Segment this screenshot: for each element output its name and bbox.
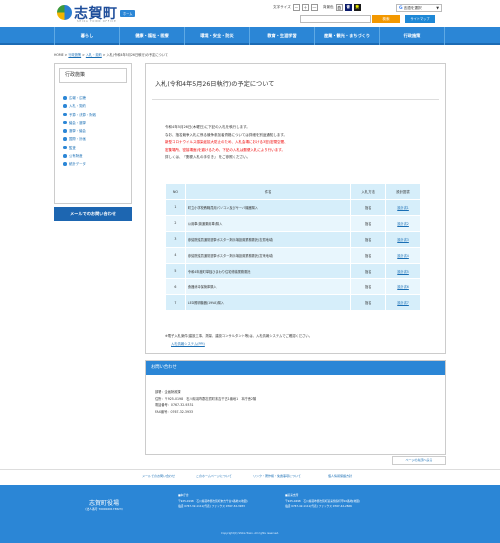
sidebar-item-election[interactable]: 選挙・議会 [63, 127, 131, 135]
sidebar-item-property[interactable]: 公有財産 [63, 152, 131, 160]
contact-fax: FAX番号：0767-32-3933 [155, 410, 194, 415]
sidebar-item-public-relations[interactable]: 広報・広聴 [63, 94, 131, 102]
breadcrumb: HOME > 行政施策 > 入札・契約 > 入札(令和4年5月26日執行)の予定… [54, 53, 168, 57]
table-row: 5 令和4年度町単独ひまわり住宅修繕業務委託 指名 設計書5 [165, 262, 421, 280]
chevron-down-icon: ▼ [436, 6, 439, 10]
sitemap-button[interactable]: サイトマップ [405, 15, 435, 23]
design-doc-link[interactable]: 設計書3 [397, 238, 409, 242]
nav-item-environment[interactable]: 環境・安全・防災 [184, 27, 249, 45]
language-select[interactable]: G言語を選択 ▼ [396, 4, 442, 12]
bid-table: NO 件名 入札方法 設計図書 1 町立小学校教職員用パソコン及びサーバ機器購入… [165, 183, 421, 312]
col-header-no: NO [165, 183, 186, 200]
bg-color-label: 背景色 [322, 5, 334, 9]
col-header-name: 件名 [184, 183, 352, 200]
table-row: 4 参議院議員通常選挙ポスター掲示場設置業務委託(富来地域) 指名 設計書4 [165, 246, 421, 264]
global-nav: 暮らし 健康・福祉・医療 環境・安全・防災 教育・生涯学習 産業・観光・まちづく… [0, 27, 500, 45]
footer-main-office: ■本庁舎 〒925-0198 石川県羽咋郡志賀町末吉千古1番地1(地図) 電話 … [178, 493, 248, 509]
note-text: ※電子入札案件(建設工事、測量、建設コンサルタント等)は、入札情報システムでご確… [165, 334, 313, 338]
home-button[interactable]: ホーム [120, 10, 136, 17]
font-size-reset-button[interactable]: 一 [310, 4, 318, 11]
design-doc-link[interactable]: 設計書1 [397, 206, 409, 210]
search-button[interactable]: 検索 [372, 15, 400, 23]
footer-links: メールでのお問い合わせ このホームページについて リンク・著作権・免責事項につい… [0, 469, 500, 482]
font-size-label: 文字サイズ [273, 5, 291, 9]
design-doc-link[interactable]: 設計書7 [397, 301, 409, 305]
language-select-label: 言語を選択 [403, 6, 422, 10]
electronic-bid-note: ※電子入札案件(建設工事、測量、建設コンサルタント等)は、入札情報システムでご確… [165, 333, 435, 348]
copyright: Copyright(C) Shika Town. All rights rese… [221, 532, 279, 535]
footer-office-name: 志賀町役場 [88, 500, 119, 507]
table-row: 1 町立小学校教職員用パソコン及びサーバ機器購入 指名 設計書1 [165, 199, 421, 216]
main-content: 入札(令和4年5月26日執行)の予定について 令和4年5月26日(木曜日)に下記… [145, 63, 446, 354]
font-size-small-button[interactable]: － [292, 4, 300, 11]
footer-link-privacy[interactable]: 個人情報保護方針 [328, 470, 352, 483]
bg-yellow-button[interactable]: 黄 [353, 4, 361, 11]
sidebar-item-audit[interactable]: 監査 [63, 144, 131, 152]
bg-blue-button[interactable]: 青 [344, 4, 352, 11]
breadcrumb-administration[interactable]: 行政施策 [68, 53, 81, 57]
col-header-method: 入札方法 [350, 183, 387, 200]
sidebar: 行政施策 広報・広聴 入札・契約 予算・決算・財政 議会・選挙 選挙・議会 国際… [54, 63, 132, 204]
page-title: 入札(令和4年5月26日執行)の予定について [152, 70, 439, 100]
table-row: 7 LED照明機器(19VA)購入 指名 設計書7 [165, 294, 421, 312]
town-logo-icon[interactable] [57, 5, 72, 20]
breadcrumb-current: 入札(令和4年5月26日執行)の予定について [106, 53, 168, 57]
sidebar-title: 行政施策 [59, 68, 127, 83]
design-doc-link[interactable]: 設計書2 [397, 222, 409, 226]
site-footer: 志賀町役場 (法人番号 7000020173823) ■本庁舎 〒925-019… [0, 485, 500, 543]
footer-corporate-number: (法人番号 7000020173823) [85, 507, 123, 511]
page-top-button[interactable]: ページの先頭へ戻る [392, 456, 446, 465]
table-row: 3 参議院議員通常選挙ポスター掲示場設置業務委託(志賀地域) 指名 設計書3 [165, 230, 421, 248]
contact-phone: 電話番号：0767-32-9331 [155, 403, 194, 408]
bg-white-button[interactable]: 白 [335, 4, 343, 11]
footer-branch-office: ■富来支所 〒925-0498 石川県羽咋郡志賀町富来領家町甲10番地(地図) … [285, 493, 360, 509]
site-header: 志賀町 SHIKA TOWN OFFICE ホーム 文字サイズ － ＋ 一 背景… [0, 0, 500, 27]
sidebar-item-budget[interactable]: 予算・決算・財政 [63, 111, 131, 119]
intro-line: 令和4年5月26日(木曜日)に下記の入札を執行します。 [165, 125, 250, 129]
nav-item-living[interactable]: 暮らし [54, 27, 119, 45]
sidebar-item-planning[interactable]: 国際・計画 [63, 135, 131, 143]
table-row: 2 公用車(普通乗用車)購入 指名 設計書2 [165, 214, 421, 232]
footer-link-about[interactable]: このホームページについて [196, 470, 232, 483]
footer-link-copyright[interactable]: リンク・著作権・免責事項について [253, 470, 301, 483]
guide-line: 詳しくは、「郵便入札の手引き」 をご参照ください。 [165, 155, 251, 160]
table-header-row: NO 件名 入札方法 設計図書 [165, 183, 421, 200]
contact-department: 部署：企画財政課 [155, 390, 181, 394]
design-doc-link[interactable]: 設計書5 [397, 270, 409, 274]
design-doc-link[interactable]: 設計書6 [397, 285, 409, 289]
breadcrumb-home[interactable]: HOME [54, 53, 64, 57]
font-size-large-button[interactable]: ＋ [301, 4, 309, 11]
nav-item-administration[interactable]: 行政施策 [379, 27, 445, 45]
nav-item-industry[interactable]: 産業・観光・まちづくり [314, 27, 379, 45]
accessibility-tools: 文字サイズ － ＋ 一 背景色 白 青 黄 [273, 4, 361, 11]
contact-title: お問い合わせ [146, 361, 445, 375]
table-row: 6 食器消毒保管庫購入 指名 設計書6 [165, 278, 421, 296]
ppi-link[interactable]: 入札情報システム(PPI) [171, 342, 205, 346]
notice-line: 密集場所、密接場面)を避けるため、下記の入札は郵便入札により行います。 [165, 147, 285, 152]
sidebar-item-bidding[interactable]: 入札・契約 [63, 102, 131, 110]
breadcrumb-bidding[interactable]: 入札・契約 [86, 53, 102, 57]
design-doc-link[interactable]: 設計書4 [397, 254, 409, 258]
footer-link-mail[interactable]: メールでのお問い合わせ [142, 470, 175, 483]
intro-line: なお、指名競争入札に係る競争参加者資格については詳細を別途通知します。 [165, 132, 287, 137]
sidebar-item-assembly[interactable]: 議会・選挙 [63, 119, 131, 127]
search-input[interactable] [300, 15, 371, 23]
intro-text: 令和4年5月26日(木曜日)に下記の入札を執行します。 なお、指名競争入札に係る… [165, 124, 435, 162]
google-icon: G [399, 6, 403, 11]
contact-address: 住所：〒925-0198 石川県羽咋郡志賀町末吉千古1番地1 本庁舎2階 [155, 396, 257, 401]
nav-item-education[interactable]: 教育・生涯学習 [249, 27, 314, 45]
contact-box: お問い合わせ 部署：企画財政課 住所：〒925-0198 石川県羽咋郡志賀町末吉… [145, 360, 446, 455]
col-header-docs: 設計図書 [385, 183, 421, 200]
notice-line: 新型コロナウイルス感染症拡大防止のため、入札会場における3密(密閉空間、 [165, 140, 288, 145]
site-logo-sub: SHIKA TOWN OFFICE [77, 20, 117, 23]
nav-item-health[interactable]: 健康・福祉・医療 [119, 27, 184, 45]
mail-contact-button[interactable]: メールでのお問い合わせ [54, 207, 132, 221]
sidebar-item-statistics[interactable]: 統計データ [63, 160, 131, 168]
